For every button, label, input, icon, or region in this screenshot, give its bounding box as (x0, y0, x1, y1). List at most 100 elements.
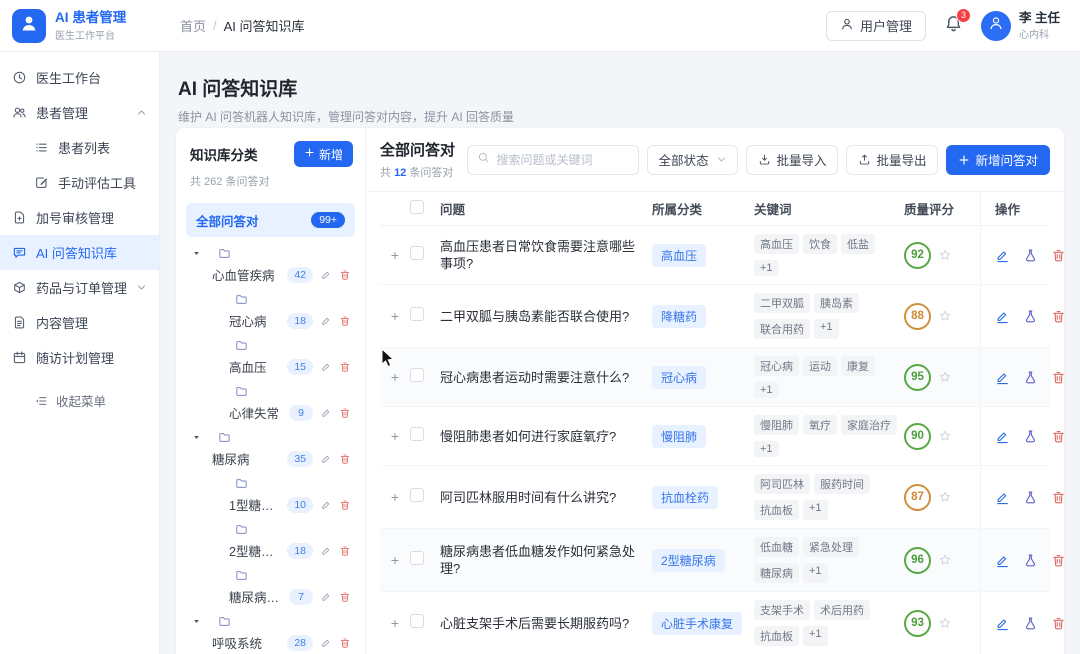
question-text[interactable]: 心脏支架手术后需要长期服药吗? (440, 615, 652, 632)
row-checkbox[interactable] (410, 614, 424, 628)
row-checkbox[interactable] (410, 307, 424, 321)
delete-button[interactable] (1051, 490, 1064, 505)
more-keywords-tag[interactable]: +1 (803, 626, 828, 646)
delete-button[interactable] (1051, 553, 1064, 568)
question-text[interactable]: 冠心病患者运动时需要注意什么? (440, 369, 652, 386)
star-icon[interactable] (938, 248, 952, 262)
delete-category-button[interactable] (339, 591, 351, 603)
test-button[interactable] (1023, 616, 1038, 631)
user-chip[interactable]: 李 主任 心内科 (981, 11, 1060, 41)
delete-category-button[interactable] (339, 269, 351, 281)
edit-button[interactable] (995, 616, 1010, 631)
batch-export-button[interactable]: 批量导出 (846, 145, 938, 175)
star-icon[interactable] (938, 309, 952, 323)
tree-item-name[interactable]: 高血压 (229, 357, 280, 376)
add-qa-button[interactable]: 新增问答对 (946, 145, 1050, 175)
delete-button[interactable] (1051, 616, 1064, 631)
edit-category-button[interactable] (320, 591, 332, 603)
expand-button[interactable]: + (380, 615, 410, 631)
search-box[interactable] (467, 145, 639, 175)
tree-item-name[interactable]: 糖尿病 (212, 449, 280, 468)
caret-down-icon[interactable] (192, 617, 201, 626)
delete-button[interactable] (1051, 429, 1064, 444)
expand-button[interactable]: + (380, 428, 410, 444)
status-filter-select[interactable]: 全部状态 (647, 145, 738, 175)
sidebar-item[interactable]: 患者管理 (0, 95, 159, 130)
edit-category-button[interactable] (320, 269, 332, 281)
star-icon[interactable] (938, 429, 952, 443)
more-keywords-tag[interactable]: +1 (803, 500, 828, 520)
kb-all-item[interactable]: 全部问答对 99+ (186, 203, 355, 237)
sidebar-item[interactable]: 患者列表 (0, 130, 159, 165)
more-keywords-tag[interactable]: +1 (754, 441, 779, 457)
category-tag[interactable]: 高血压 (652, 244, 706, 267)
sidebar-item[interactable]: 随访计划管理 (0, 340, 159, 375)
category-tag[interactable]: 心脏手术康复 (652, 612, 742, 635)
edit-category-button[interactable] (320, 637, 332, 649)
row-checkbox[interactable] (410, 488, 424, 502)
test-button[interactable] (1023, 490, 1038, 505)
sidebar-item[interactable]: 药品与订单管理 (0, 270, 159, 305)
edit-button[interactable] (995, 370, 1010, 385)
expand-button[interactable]: + (380, 247, 410, 263)
category-tag[interactable]: 2型糖尿病 (652, 549, 725, 572)
sidebar-item[interactable]: 医生工作台 (0, 60, 159, 95)
delete-button[interactable] (1051, 248, 1064, 263)
tree-item-name[interactable]: 呼吸系统 (212, 633, 280, 652)
test-button[interactable] (1023, 553, 1038, 568)
star-icon[interactable] (938, 490, 952, 504)
row-checkbox[interactable] (410, 368, 424, 382)
delete-button[interactable] (1051, 309, 1064, 324)
row-checkbox[interactable] (410, 427, 424, 441)
expand-button[interactable]: + (380, 489, 410, 505)
edit-category-button[interactable] (320, 545, 332, 557)
test-button[interactable] (1023, 429, 1038, 444)
more-keywords-tag[interactable]: +1 (814, 319, 839, 339)
delete-category-button[interactable] (339, 453, 351, 465)
test-button[interactable] (1023, 309, 1038, 324)
edit-category-button[interactable] (320, 407, 332, 419)
delete-category-button[interactable] (339, 361, 351, 373)
breadcrumb-home[interactable]: 首页 (180, 16, 206, 35)
edit-category-button[interactable] (320, 453, 332, 465)
star-icon[interactable] (938, 553, 952, 567)
collapse-menu-button[interactable]: 收起菜单 (0, 391, 159, 410)
star-icon[interactable] (938, 370, 952, 384)
tree-item-name[interactable]: 心血管疾病 (212, 265, 280, 284)
delete-category-button[interactable] (339, 407, 351, 419)
sidebar-item[interactable]: AI 问答知识库 (0, 235, 159, 270)
edit-button[interactable] (995, 309, 1010, 324)
category-tag[interactable]: 冠心病 (652, 366, 706, 389)
sidebar-item[interactable]: 内容管理 (0, 305, 159, 340)
tree-item-name[interactable]: 糖尿病并... (229, 587, 282, 606)
edit-button[interactable] (995, 490, 1010, 505)
search-input[interactable] (496, 153, 629, 167)
edit-button[interactable] (995, 429, 1010, 444)
select-all-checkbox[interactable] (410, 200, 424, 214)
category-tag[interactable]: 降糖药 (652, 305, 706, 328)
question-text[interactable]: 二甲双胍与胰岛素能否联合使用? (440, 308, 652, 325)
sidebar-item[interactable]: 加号审核管理 (0, 200, 159, 235)
edit-category-button[interactable] (320, 315, 332, 327)
user-management-button[interactable]: 用户管理 (826, 11, 926, 41)
delete-category-button[interactable] (339, 637, 351, 649)
batch-import-button[interactable]: 批量导入 (746, 145, 838, 175)
category-tag[interactable]: 慢阻肺 (652, 425, 706, 448)
category-tag[interactable]: 抗血栓药 (652, 486, 718, 509)
question-text[interactable]: 慢阻肺患者如何进行家庭氧疗? (440, 428, 652, 445)
delete-button[interactable] (1051, 370, 1064, 385)
question-text[interactable]: 糖尿病患者低血糖发作如何紧急处理? (440, 543, 652, 577)
edit-category-button[interactable] (320, 361, 332, 373)
notification-bell[interactable]: 3 (944, 14, 963, 38)
delete-category-button[interactable] (339, 499, 351, 511)
tree-item-name[interactable]: 冠心病 (229, 311, 280, 330)
more-keywords-tag[interactable]: +1 (803, 563, 828, 583)
expand-button[interactable]: + (380, 552, 410, 568)
edit-button[interactable] (995, 553, 1010, 568)
caret-down-icon[interactable] (192, 249, 201, 258)
delete-category-button[interactable] (339, 545, 351, 557)
tree-item-name[interactable]: 2型糖尿病 (229, 541, 280, 560)
more-keywords-tag[interactable]: +1 (754, 382, 779, 398)
row-checkbox[interactable] (410, 551, 424, 565)
sidebar-item[interactable]: 手动评估工具 (0, 165, 159, 200)
